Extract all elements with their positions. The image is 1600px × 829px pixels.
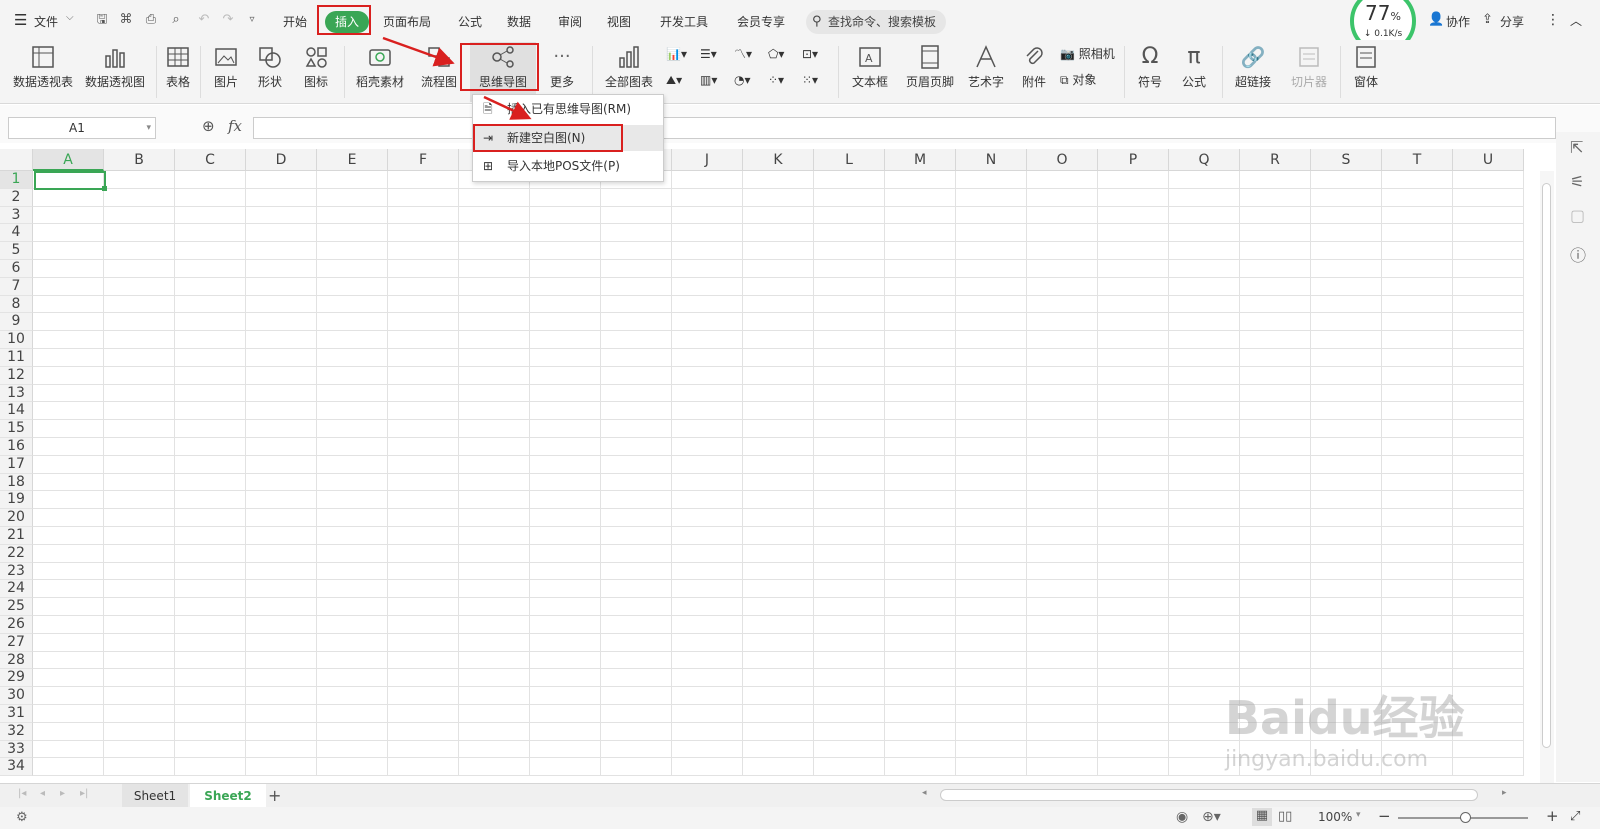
sheet-tab-sheet2[interactable]: Sheet2 [190, 784, 266, 808]
layout-mode-icon[interactable]: ⊕▾ [1202, 809, 1221, 825]
eye-protection-icon[interactable]: ◉ [1176, 809, 1188, 825]
horizontal-scrollbar[interactable]: ◂ ▸ [922, 788, 1518, 802]
zoom-out-icon[interactable]: − [1378, 807, 1391, 825]
zoom-level[interactable]: 100% [1318, 810, 1352, 824]
sheet-nav-first-icon[interactable]: |◂ [18, 788, 26, 799]
horizontal-scroll-thumb[interactable] [940, 789, 1478, 801]
zoom-dropdown-icon[interactable]: ▾ [1356, 810, 1361, 820]
watermark-url: jingyan.baidu.com [1225, 747, 1429, 772]
zoom-in-icon[interactable]: + [1546, 807, 1559, 825]
arrow-insert-to-mindmap [382, 36, 455, 67]
zoom-slider-thumb[interactable] [1460, 812, 1471, 823]
baidu-jingyan-watermark: Baidu经验 jingyan.baidu.com [1225, 690, 1535, 790]
sheet-tab-sheet1[interactable]: Sheet1 [122, 784, 188, 808]
arrow-mindmap-to-new-blank [483, 95, 532, 120]
page-view-icon[interactable]: ▯▯ [1278, 809, 1292, 824]
normal-view-icon[interactable]: ▦ [1252, 808, 1272, 826]
fullscreen-icon[interactable]: ⤢ [1570, 809, 1580, 824]
sheet-nav-prev-icon[interactable]: ◂ [40, 788, 45, 799]
macro-icon[interactable]: ⚙ [16, 810, 28, 825]
sheet-nav-next-icon[interactable]: ▸ [60, 788, 65, 799]
add-sheet-icon[interactable]: + [268, 786, 281, 805]
status-bar: ⚙ ◉ ⊕▾ ▦ ▯▯ 100% ▾ − + ⤢ [0, 807, 1600, 829]
watermark-brand: Baidu经验 [1225, 691, 1465, 745]
scroll-left-icon[interactable]: ◂ [922, 788, 927, 798]
sheet-nav-last-icon[interactable]: ▸| [80, 788, 88, 799]
